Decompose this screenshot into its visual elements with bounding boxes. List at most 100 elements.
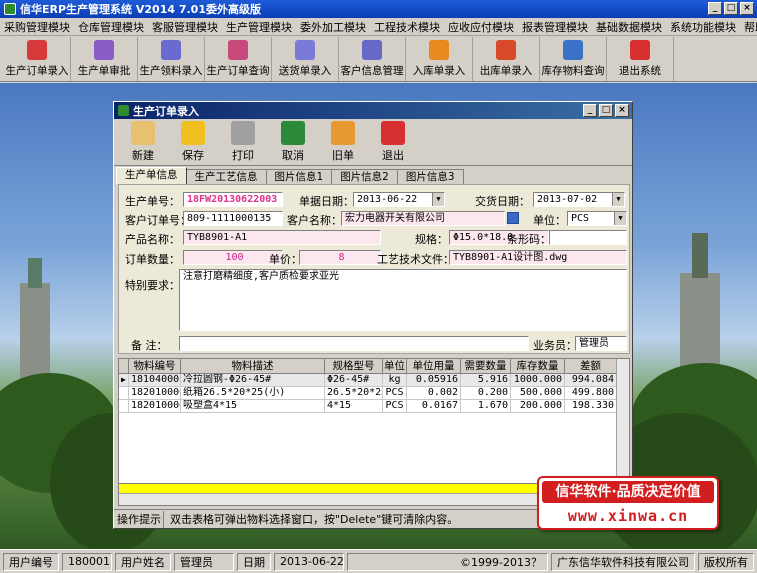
chevron-down-icon[interactable]: ▼ <box>614 212 626 225</box>
menu-item[interactable]: 工程技术模块 <box>370 19 444 35</box>
col-header[interactable]: 差额 <box>565 359 617 373</box>
menu-item[interactable]: 仓库管理模块 <box>74 19 148 35</box>
col-header[interactable]: 规格型号 <box>325 359 383 373</box>
col-header[interactable]: 单位 <box>383 359 407 373</box>
menu-item[interactable]: 基础数据模块 <box>592 19 666 35</box>
child-toolbar-button[interactable]: 保存 <box>168 120 218 165</box>
tab-image-2[interactable]: 图片信息2 <box>331 169 398 184</box>
qty-field[interactable]: 100 <box>183 250 283 265</box>
table-cell[interactable]: 1810400016 <box>129 374 181 386</box>
table-cell[interactable]: 0.002 <box>407 387 461 399</box>
table-cell[interactable]: 200.000 <box>511 400 565 412</box>
menu-item[interactable]: 系统功能模块 <box>666 19 740 35</box>
close-icon[interactable]: × <box>615 104 629 117</box>
toolbar-button[interactable]: 退出系统 <box>607 37 674 81</box>
child-toolbar-button[interactable]: 新建 <box>118 120 168 165</box>
table-cell[interactable]: 198.330 <box>565 400 617 412</box>
product-field[interactable]: TYB8901-A1 <box>183 230 381 245</box>
tech-file-field[interactable]: TYB8901-A1设计图.dwg <box>449 250 627 265</box>
row-indicator-icon: ▶ <box>119 374 129 386</box>
maximize-icon[interactable]: □ <box>724 2 738 15</box>
child-toolbar-button[interactable]: 退出 <box>368 120 418 165</box>
menu-item[interactable]: 报表管理模块 <box>518 19 592 35</box>
table-cell[interactable]: 0.0167 <box>407 400 461 412</box>
table-cell[interactable]: 吸塑盒4*15 <box>181 400 325 412</box>
barcode-field[interactable] <box>549 230 627 245</box>
hint-label: 操作提示 <box>114 510 164 528</box>
col-header[interactable]: 物料编号 <box>129 359 181 373</box>
table-row[interactable]: 1820100001纸箱26.5*20*25(小)26.5*20*25PCS0.… <box>119 387 629 400</box>
approve-pen-icon <box>94 40 114 60</box>
table-cell[interactable]: 4*15 <box>325 400 383 412</box>
lookup-icon[interactable] <box>507 212 519 224</box>
minimize-icon[interactable]: _ <box>583 104 597 117</box>
delivery-date-picker[interactable]: 2013-07-02 ▼ <box>533 192 625 207</box>
col-header[interactable]: 物料描述 <box>181 359 325 373</box>
child-toolbar-button[interactable]: 旧单 <box>318 120 368 165</box>
table-cell[interactable]: 0.200 <box>461 387 511 399</box>
menu-item[interactable]: 客服管理模块 <box>148 19 222 35</box>
table-cell[interactable]: 0.05916 <box>407 374 461 386</box>
menu-item[interactable]: 帮助 <box>740 19 757 35</box>
toolbar-button[interactable]: 入库单录入 <box>406 37 473 81</box>
toolbar-button[interactable]: 生产单审批 <box>71 37 138 81</box>
table-cell[interactable]: 499.800 <box>565 387 617 399</box>
table-cell[interactable]: 1820100001 <box>129 387 181 399</box>
maximize-icon[interactable]: □ <box>599 104 613 117</box>
table-cell[interactable]: 1000.000 <box>511 374 565 386</box>
chevron-down-icon[interactable]: ▼ <box>612 193 624 206</box>
menu-item[interactable]: 委外加工模块 <box>296 19 370 35</box>
chevron-down-icon[interactable]: ▼ <box>432 193 444 206</box>
table-cell[interactable]: 994.084 <box>565 374 617 386</box>
table-cell[interactable]: 1.670 <box>461 400 511 412</box>
price-field[interactable]: 8 <box>299 250 381 265</box>
menu-item[interactable]: 生产管理模块 <box>222 19 296 35</box>
table-cell[interactable]: Φ26-45# <box>325 374 383 386</box>
child-toolbar-button[interactable]: 取消 <box>268 120 318 165</box>
menu-item[interactable]: 应收应付模块 <box>444 19 518 35</box>
salesman-field[interactable]: 管理员 <box>575 336 627 351</box>
tab-image-1[interactable]: 图片信息1 <box>265 169 333 184</box>
table-cell[interactable]: PCS <box>383 400 407 412</box>
table-cell[interactable]: 冷拉圆钢-Φ26-45# <box>181 374 325 386</box>
toolbar-button[interactable]: 生产订单录入 <box>4 37 71 81</box>
toolbar-button[interactable]: 客户信息管理 <box>339 37 406 81</box>
toolbar-button[interactable]: 出库单录入 <box>473 37 540 81</box>
table-cell[interactable]: 纸箱26.5*20*25(小) <box>181 387 325 399</box>
cust-name-field[interactable]: 宏力电器开关有限公司 <box>341 211 505 226</box>
table-row[interactable]: ▶1810400016冷拉圆钢-Φ26-45#Φ26-45#kg0.059165… <box>119 374 629 387</box>
table-row[interactable]: 1820100002吸塑盒4*154*15PCS0.01671.670200.0… <box>119 400 629 413</box>
close-icon[interactable]: × <box>740 2 754 15</box>
menu-item[interactable]: 采购管理模块 <box>0 19 74 35</box>
remark-field[interactable] <box>179 336 529 351</box>
toolbar-button[interactable]: 生产领料录入 <box>138 37 205 81</box>
child-toolbar-button[interactable]: 打印 <box>218 120 268 165</box>
cust-order-field[interactable]: 809-1111000135 <box>183 211 283 226</box>
col-header[interactable]: 库存数量 <box>511 359 565 373</box>
tab-image-3[interactable]: 图片信息3 <box>396 169 464 184</box>
order-no-field[interactable]: 18FW20130622003 <box>183 192 283 207</box>
special-textarea[interactable]: 注意打磨精细度,客户质检要求亚光 <box>179 269 627 331</box>
order-date-picker[interactable]: 2013-06-22 ▼ <box>353 192 445 207</box>
cust-name-label: 客户名称： <box>287 214 342 227</box>
save-icon <box>181 121 205 145</box>
user-name-label: 用户姓名 <box>115 552 171 571</box>
table-cell[interactable]: 5.916 <box>461 374 511 386</box>
toolbar-button[interactable]: 送货单录入 <box>272 37 339 81</box>
unit-label: 单位： <box>533 214 566 227</box>
table-cell[interactable]: 500.000 <box>511 387 565 399</box>
table-cell[interactable]: kg <box>383 374 407 386</box>
unit-select[interactable]: PCS ▼ <box>567 211 627 226</box>
table-cell[interactable]: 26.5*20*25 <box>325 387 383 399</box>
date-label: 日期 <box>237 552 271 571</box>
toolbar-button[interactable]: 生产订单查询 <box>205 37 272 81</box>
col-header[interactable]: 单位用量 <box>407 359 461 373</box>
tab-process-info[interactable]: 生产工艺信息 <box>185 169 267 184</box>
toolbar-button[interactable]: 库存物料查询 <box>540 37 607 81</box>
minimize-icon[interactable]: _ <box>708 2 722 15</box>
table-cell[interactable]: 1820100002 <box>129 400 181 412</box>
child-toolbar-label: 保存 <box>182 149 204 162</box>
tab-order-info[interactable]: 生产单信息 <box>116 167 187 184</box>
table-cell[interactable]: PCS <box>383 387 407 399</box>
col-header[interactable]: 需要数量 <box>461 359 511 373</box>
